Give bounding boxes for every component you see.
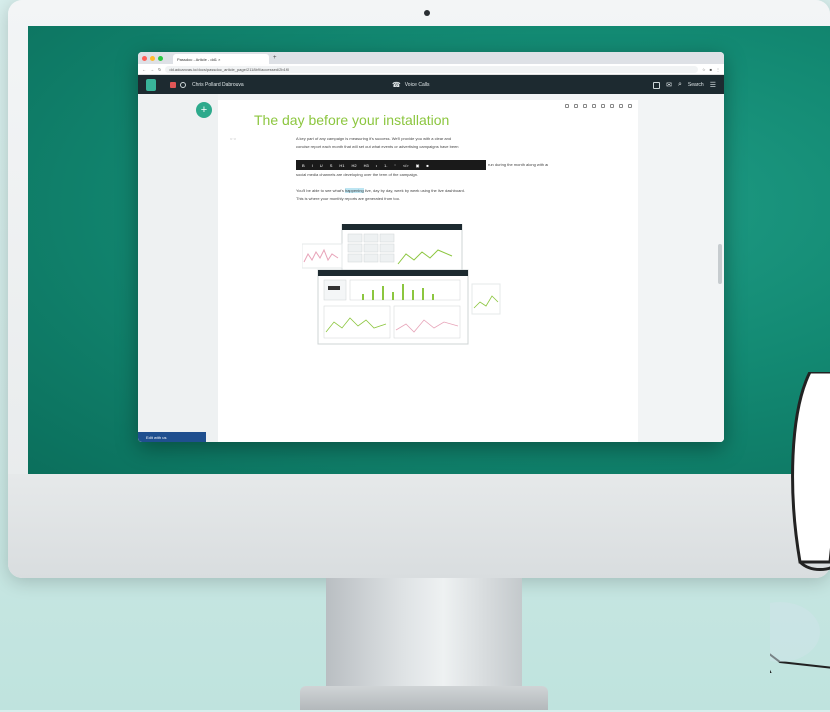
reload-icon[interactable]: ↻ — [158, 67, 161, 72]
quote-button[interactable]: “ — [394, 163, 395, 168]
italic-button[interactable]: I — [312, 163, 313, 168]
paragraph-line[interactable]: You'll be able to see what's happening l… — [296, 188, 536, 194]
chat-icon[interactable]: ✉ — [666, 81, 672, 89]
toolbar-icon-2[interactable] — [574, 104, 578, 108]
header-actions: ✉ ⌕ Search ☰ — [653, 81, 716, 89]
scrollbar-thumb[interactable] — [718, 244, 722, 284]
mode-badge-label: Edit with us — [146, 434, 167, 440]
tab-title: Passdoc - Article - dd1 × — [177, 56, 221, 62]
url-field[interactable]: dd.adcanvas.io/docs/passdoc_article_page… — [165, 65, 698, 73]
browser-menu-icon[interactable]: ⋮ — [716, 67, 720, 72]
h3-button[interactable]: H3 — [364, 163, 369, 168]
editor-workspace: + Edit with us The day before your insta… — [138, 94, 724, 442]
paragraph-line[interactable]: run during the month along with an analy… — [488, 162, 548, 168]
h2-button[interactable]: H2 — [351, 163, 356, 168]
bookmark-star-icon[interactable]: ☆ — [702, 67, 706, 72]
document-title[interactable]: The day before your installation — [254, 112, 449, 128]
voice-calls-link[interactable]: ☎ Voice Calls — [392, 81, 429, 89]
toolbar-icon-3[interactable] — [583, 104, 587, 108]
close-window-button[interactable] — [142, 55, 147, 61]
imac-monitor: Passdoc - Article - dd1 × + ← → ↻ dd.adc… — [8, 0, 830, 578]
dashboard-screenshot-image[interactable] — [301, 223, 502, 364]
desktop-screen: Passdoc - Article - dd1 × + ← → ↻ dd.adc… — [28, 26, 830, 474]
add-block-button[interactable]: + — [196, 102, 212, 118]
browser-tabbar: Passdoc - Article - dd1 × + — [138, 52, 724, 64]
selected-text[interactable]: happening — [344, 188, 364, 193]
dashboard-mockup-image — [301, 223, 501, 345]
block-button[interactable]: ■ — [426, 163, 428, 168]
paragraph-line[interactable]: social media channels are developing ove… — [296, 172, 536, 178]
forward-arrow-icon[interactable]: → — [150, 67, 154, 72]
address-bar: ← → ↻ dd.adcanvas.io/docs/passdoc_articl… — [138, 64, 724, 75]
record-icon[interactable] — [170, 82, 176, 88]
strike-button[interactable]: S — [330, 163, 333, 168]
toolbar-icon-6[interactable] — [610, 104, 614, 108]
paragraph-line[interactable]: This is where your monthly reports are g… — [296, 196, 536, 202]
phone-icon: ☎ — [392, 82, 401, 89]
app-logo-icon[interactable] — [146, 79, 156, 91]
new-tab-icon[interactable]: + — [273, 55, 277, 61]
app-header: Chris Pollard Dabrouva ☎ Voice Calls ✉ ⌕… — [138, 75, 724, 95]
numbered-list-button[interactable]: 1. — [384, 163, 387, 168]
underline-button[interactable]: U — [320, 163, 323, 168]
toolbar-icon-7[interactable] — [619, 104, 623, 108]
monitor-chin — [8, 474, 830, 578]
image-button[interactable]: ▣ — [416, 163, 420, 168]
window-controls — [142, 55, 163, 61]
status-circle-icon — [180, 82, 186, 88]
search-icon[interactable]: ⌕ — [678, 81, 682, 89]
workspace-name[interactable]: Chris Pollard Dabrouva — [192, 82, 244, 88]
back-arrow-icon[interactable]: ← — [142, 67, 146, 72]
extensions-icon[interactable]: ■ — [710, 67, 712, 72]
monitor-stand-base — [300, 686, 548, 710]
formatting-toolbar: B I U S H1 H2 H3 • 1. “ </> ▣ ■ — [296, 160, 486, 170]
paragraph-line[interactable]: concise report each month that will set … — [296, 144, 536, 150]
bullet-list-button[interactable]: • — [376, 163, 377, 168]
text-before: You'll be able to see what's — [296, 188, 344, 193]
h1-button[interactable]: H1 — [339, 163, 344, 168]
screenshare-icon[interactable] — [653, 81, 661, 89]
webcam-dot — [424, 10, 430, 16]
paragraph-line[interactable]: A key part of any campaign is measuring … — [296, 136, 536, 142]
mode-badge[interactable]: Edit with us — [138, 432, 206, 442]
left-sidebar: + Edit with us — [138, 94, 218, 442]
search-label[interactable]: Search — [688, 82, 704, 88]
page-toolbar — [565, 104, 632, 108]
browser-tab[interactable]: Passdoc - Article - dd1 × — [173, 54, 269, 64]
mascot-illustration-icon — [770, 372, 830, 673]
url-text: dd.adcanvas.io/docs/passdoc_article_page… — [169, 66, 290, 72]
voice-calls-label: Voice Calls — [404, 82, 430, 88]
maximize-window-button[interactable] — [158, 55, 163, 61]
minimize-window-button[interactable] — [150, 55, 155, 61]
menu-icon[interactable]: ☰ — [710, 81, 716, 89]
code-button[interactable]: </> — [403, 163, 409, 168]
toolbar-icon-8[interactable] — [628, 104, 632, 108]
right-panel — [638, 94, 724, 442]
bold-button[interactable]: B — [302, 163, 305, 168]
monitor-stand — [326, 578, 522, 700]
toolbar-icon-1[interactable] — [565, 104, 569, 108]
toolbar-icon-4[interactable] — [592, 104, 596, 108]
text-after: live, day by day, week by week using the… — [364, 188, 466, 193]
block-handle-icons[interactable]: ○ ○ — [230, 136, 236, 141]
browser-window: Passdoc - Article - dd1 × + ← → ↻ dd.adc… — [138, 52, 724, 442]
toolbar-icon-5[interactable] — [601, 104, 605, 108]
document-page[interactable]: The day before your installation ○ ○ A k… — [218, 100, 638, 442]
